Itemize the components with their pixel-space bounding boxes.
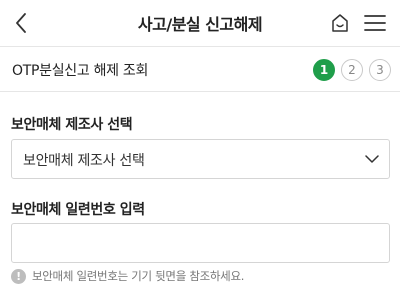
step-header: OTP분실신고 해제 조회 1 2 3 (0, 46, 400, 92)
serial-number-label: 보안매체 일련번호 입력 (11, 202, 145, 218)
serial-number-hint: ! 보안매체 일련번호는 기기 뒷면을 참조하세요. (11, 268, 244, 284)
hint-text: 보안매체 일련번호는 기기 뒷면을 참조하세요. (32, 269, 245, 283)
hamburger-menu-icon (364, 15, 386, 31)
manufacturer-select-value: 보안매체 제조사 선택 (23, 153, 145, 169)
home-button[interactable] (326, 9, 354, 37)
manufacturer-label: 보안매체 제조사 선택 (11, 117, 133, 133)
home-icon (332, 14, 348, 32)
section-title: OTP분실신고 해제 조회 (12, 63, 149, 79)
step-indicator-2: 2 (341, 59, 363, 81)
menu-button[interactable] (361, 9, 389, 37)
manufacturer-select[interactable]: 보안매체 제조사 선택 (11, 139, 390, 179)
step-indicator-3: 3 (369, 59, 391, 81)
step-indicator-1: 1 (313, 59, 335, 81)
top-bar: 사고/분실 신고해제 (0, 0, 400, 46)
chevron-down-icon (365, 155, 379, 163)
serial-number-input[interactable] (11, 223, 390, 263)
info-icon: ! (11, 268, 26, 284)
